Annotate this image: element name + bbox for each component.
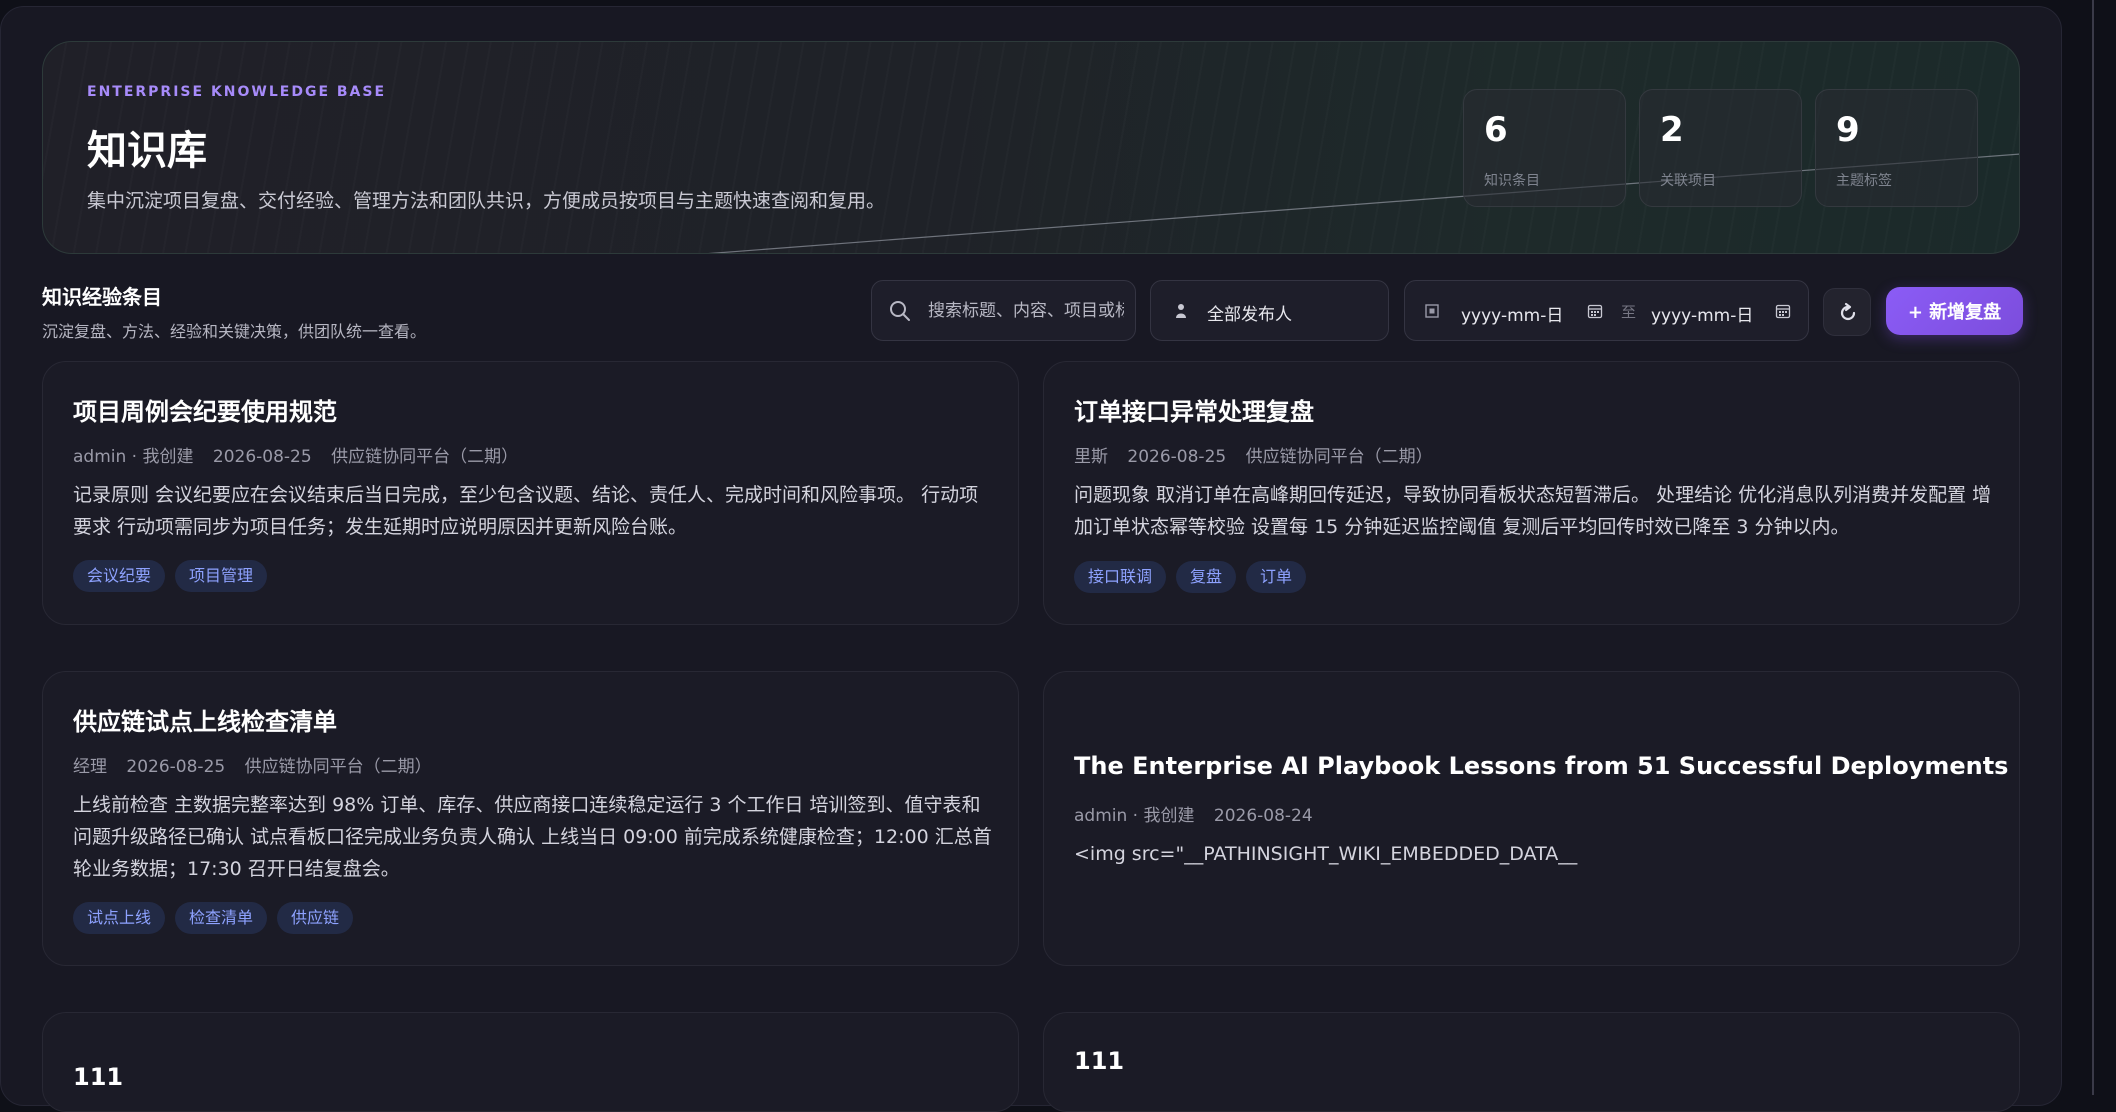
card-project: 供应链协同平台（二期） [1245, 447, 1433, 467]
search-box[interactable] [871, 280, 1136, 341]
card-body: 上线前检查 主数据完整率达到 98% 订单、库存、供应商接口连续稳定运行 3 个… [73, 794, 992, 880]
author-select[interactable]: 全部发布人 [1150, 280, 1389, 341]
card-project: 供应链协同平台（二期） [331, 447, 519, 467]
card-date: 2026-08-25 [126, 757, 226, 777]
search-icon [890, 301, 910, 321]
card-date: 2026-08-24 [1213, 806, 1313, 826]
card-body: 问题现象 取消订单在高峰期回传延迟，导致协同看板状态短暂滞后。 处理结论 优化消… [1074, 484, 1992, 538]
section-title: 知识经验条目 [42, 285, 162, 309]
tag[interactable]: 会议纪要 [73, 560, 166, 592]
person-icon [1176, 304, 1186, 318]
date-separator: 至 [1621, 303, 1637, 321]
stat-value: 2 [1660, 110, 1684, 150]
card-date: 2026-08-25 [1127, 447, 1227, 467]
tag[interactable]: 试点上线 [73, 902, 166, 934]
card-date: 2026-08-25 [212, 447, 312, 467]
stat-label: 关联项目 [1660, 173, 1716, 189]
card-title[interactable]: 111 [1074, 1047, 1124, 1075]
hero-eyebrow: ENTERPRISE KNOWLEDGE BASE [87, 84, 387, 100]
stat-card-tags: 9 主题标签 [1815, 89, 1978, 207]
date-range-picker[interactable]: yyyy-mm-日 至 yyyy-mm-日 [1404, 280, 1809, 341]
card-title[interactable]: The Enterprise AI Playbook Lessons from … [1074, 752, 2008, 780]
card-meta: admin · 我创建 2026-08-24 [1074, 801, 1327, 826]
card-title[interactable]: 项目周例会纪要使用规范 [73, 392, 337, 427]
card-author: 里斯 [1074, 447, 1108, 467]
date-start-input[interactable]: yyyy-mm-日 [1461, 301, 1563, 326]
card-tags: 试点上线 检查清单 供应链 [73, 902, 354, 934]
card-tags: 接口联调 复盘 订单 [1074, 561, 1307, 593]
tag[interactable]: 项目管理 [175, 560, 268, 592]
tag[interactable]: 供应链 [277, 902, 354, 934]
stat-label: 知识条目 [1484, 173, 1540, 189]
tag[interactable]: 接口联调 [1074, 561, 1167, 593]
calendar-icon[interactable] [1775, 303, 1791, 319]
card-meta: 经理 2026-08-25 供应链协同平台（二期） [73, 752, 446, 777]
knowledge-card[interactable]: 项目周例会纪要使用规范 admin · 我创建 2026-08-25 供应链协同… [42, 361, 1019, 625]
tag[interactable]: 复盘 [1176, 561, 1237, 593]
window-edge-scrollbar[interactable] [2092, 0, 2094, 1095]
author-select-value: 全部发布人 [1207, 305, 1292, 325]
card-project: 供应链协同平台（二期） [244, 757, 432, 777]
page-title: 知识库 [87, 128, 207, 174]
knowledge-card[interactable]: 111 [42, 1012, 1019, 1112]
card-title[interactable]: 111 [73, 1063, 123, 1091]
hero-banner: ENTERPRISE KNOWLEDGE BASE 知识库 集中沉淀项目复盘、交… [42, 41, 2020, 254]
card-author: admin · 我创建 [73, 447, 194, 467]
stat-card-entries: 6 知识条目 [1463, 89, 1626, 207]
knowledge-card[interactable]: 订单接口异常处理复盘 里斯 2026-08-25 供应链协同平台（二期） 问题现… [1043, 361, 2020, 625]
refresh-icon [1840, 302, 1856, 321]
card-body: <img src="__PATHINSIGHT_WIKI_EMBEDDED_DA… [1074, 843, 1578, 865]
stat-value: 9 [1836, 110, 1860, 150]
knowledge-card[interactable]: The Enterprise AI Playbook Lessons from … [1043, 671, 2020, 966]
card-meta: admin · 我创建 2026-08-25 供应链协同平台（二期） [73, 442, 532, 467]
stat-label: 主题标签 [1836, 173, 1892, 189]
tag[interactable]: 检查清单 [175, 902, 268, 934]
card-title[interactable]: 订单接口异常处理复盘 [1074, 392, 1314, 427]
stat-value: 6 [1484, 110, 1508, 150]
card-author: admin · 我创建 [1074, 806, 1195, 826]
date-end-input[interactable]: yyyy-mm-日 [1651, 301, 1753, 326]
card-meta: 里斯 2026-08-25 供应链协同平台（二期） [1074, 442, 1447, 467]
date-range-icon [1425, 304, 1439, 318]
section-subtitle: 沉淀复盘、方法、经验和关键决策，供团队统一查看。 [42, 322, 427, 341]
tag[interactable]: 订单 [1246, 561, 1307, 593]
card-title[interactable]: 供应链试点上线检查清单 [73, 702, 337, 737]
stat-card-projects: 2 关联项目 [1639, 89, 1802, 207]
search-input[interactable] [926, 295, 1126, 327]
hero-description: 集中沉淀项目复盘、交付经验、管理方法和团队共识，方便成员按项目与主题快速查阅和复… [87, 190, 886, 212]
calendar-icon[interactable] [1587, 303, 1603, 319]
card-body: 记录原则 会议纪要应在会议结束后当日完成，至少包含议题、结论、责任人、完成时间和… [73, 484, 979, 538]
add-review-button[interactable]: + 新增复盘 [1886, 287, 2023, 335]
knowledge-card[interactable]: 供应链试点上线检查清单 经理 2026-08-25 供应链协同平台（二期） 上线… [42, 671, 1019, 966]
card-author: 经理 [73, 757, 107, 777]
knowledge-card[interactable]: 111 [1043, 1012, 2020, 1112]
card-tags: 会议纪要 项目管理 [73, 560, 268, 592]
refresh-button[interactable] [1823, 288, 1871, 336]
